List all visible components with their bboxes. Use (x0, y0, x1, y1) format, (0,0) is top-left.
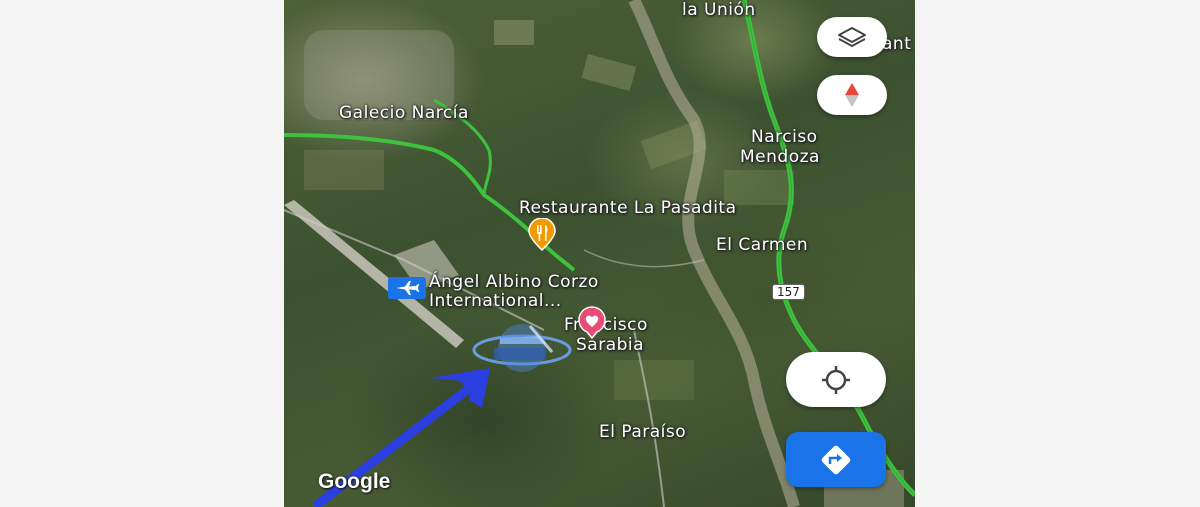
compass-icon (845, 83, 859, 107)
place-label-galecio-narcia[interactable]: Galecio Narcía (339, 103, 469, 123)
place-label-restaurante[interactable]: Restaurante La Pasadita (519, 198, 737, 218)
restaurant-pin-icon[interactable] (525, 218, 559, 252)
place-label-airport-line1[interactable]: Ángel Albino Corzo (429, 272, 599, 292)
place-label-mendoza[interactable]: Mendoza (740, 147, 820, 167)
place-label-narciso[interactable]: Narciso (751, 127, 818, 147)
route-badge-157[interactable]: 157 (772, 284, 805, 300)
layers-icon (838, 27, 866, 47)
place-label-el-carmen[interactable]: El Carmen (716, 235, 808, 255)
my-location-button[interactable] (786, 352, 886, 407)
directions-button[interactable] (786, 432, 886, 487)
directions-icon (821, 445, 851, 474)
place-label-la-union[interactable]: la Unión (682, 0, 756, 20)
compass-button[interactable] (817, 75, 887, 115)
place-label-el-paraiso[interactable]: El Paraíso (599, 422, 686, 442)
layers-button[interactable] (817, 17, 887, 57)
my-location-icon (822, 365, 850, 394)
place-label-airport-line2[interactable]: International... (429, 291, 562, 311)
google-attribution-logo: Google (318, 470, 391, 493)
satellite-map[interactable]: la Unión ant Galecio Narcía Narciso Mend… (284, 0, 915, 507)
saved-place-heart-icon[interactable] (575, 306, 609, 340)
airport-icon[interactable] (388, 277, 426, 299)
